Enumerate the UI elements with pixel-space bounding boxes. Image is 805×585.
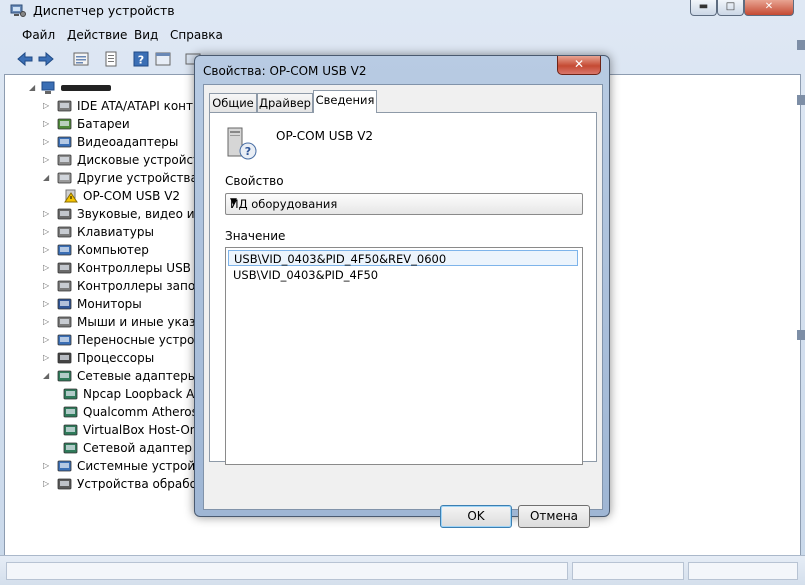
menu-help[interactable]: Справка <box>170 28 223 42</box>
monitor-icon <box>57 298 72 310</box>
expand-arrow-icon[interactable]: ▷ <box>43 457 52 475</box>
property-label: Свойство <box>225 174 284 188</box>
svg-text:?: ? <box>138 54 144 67</box>
collapse-arrow-icon[interactable]: ◢ <box>43 169 52 187</box>
dialog-close-button[interactable]: ✕ <box>557 56 601 75</box>
status-bar <box>0 555 805 585</box>
menu-view[interactable]: Вид <box>134 28 158 42</box>
expand-arrow-icon[interactable]: ▷ <box>43 295 52 313</box>
menu-file[interactable]: Файл <box>22 28 55 42</box>
tree-item-label: Контроллеры USB <box>77 261 191 275</box>
sound-icon <box>57 208 72 220</box>
status-segment-main <box>6 562 568 580</box>
expand-arrow-icon[interactable]: ▷ <box>43 349 52 367</box>
menu-action[interactable]: Действие <box>67 28 127 42</box>
value-item-2[interactable]: USB\VID_0403&PID_4F50 <box>228 267 578 283</box>
value-label: Значение <box>225 229 286 243</box>
portable-device-icon <box>57 334 72 346</box>
maximize-button[interactable]: □ <box>717 0 744 16</box>
status-segment-2 <box>572 562 684 580</box>
console-icon[interactable] <box>154 50 172 68</box>
display-adapter-icon <box>57 136 72 148</box>
computer-name-redacted <box>61 85 111 91</box>
tree-item-label: Видеоадаптеры <box>77 135 179 149</box>
expand-arrow-icon[interactable]: ▷ <box>43 115 52 133</box>
dialog-body: Общие Драйвер Сведения ? OP-COM USB V2 С… <box>203 84 603 528</box>
processor-icon <box>57 352 72 364</box>
tab-driver[interactable]: Драйвер <box>257 93 313 112</box>
svg-text:?: ? <box>245 145 251 158</box>
menu-bar: Файл Действие Вид Справка <box>14 24 785 46</box>
tree-item-label: Процессоры <box>77 351 155 365</box>
tree-item-label: Мониторы <box>77 297 142 311</box>
property-dropdown[interactable]: ИД оборудования ▼ <box>225 193 583 215</box>
tree-item-label: Другие устройства <box>77 171 198 185</box>
tab-general[interactable]: Общие <box>209 93 257 112</box>
expand-arrow-icon[interactable]: ▷ <box>43 97 52 115</box>
tree-item-label: Сетевые адаптеры <box>77 369 198 383</box>
system-devices-icon <box>57 460 72 472</box>
device-manager-icon <box>10 4 26 17</box>
storage-controller-icon <box>57 280 72 292</box>
properties-dialog: Свойства: OP-COM USB V2 ✕ Общие Драйвер … <box>194 55 610 528</box>
tree-item-label: Qualcomm Atheros <box>83 405 198 419</box>
tree-item-label: VirtualBox Host-Only <box>83 423 208 437</box>
status-segment-3 <box>688 562 798 580</box>
tree-item-label: Клавиатуры <box>77 225 154 239</box>
expand-arrow-icon[interactable]: ▷ <box>43 241 52 259</box>
expand-arrow-icon[interactable]: ▷ <box>43 133 52 151</box>
cancel-button[interactable]: Отмена <box>518 505 590 528</box>
details-panel: ? OP-COM USB V2 Свойство ИД оборудования… <box>209 112 597 465</box>
expand-arrow-icon[interactable]: ▷ <box>43 205 52 223</box>
expand-arrow-icon[interactable]: ▷ <box>43 151 52 169</box>
document-icon[interactable] <box>102 50 120 68</box>
other-devices-icon <box>57 172 72 184</box>
computer-icon <box>41 81 55 94</box>
value-listbox[interactable]: USB\VID_0403&PID_4F50&REV_0600 USB\VID_0… <box>225 247 583 465</box>
value-item-1[interactable]: USB\VID_0403&PID_4F50&REV_0600 <box>228 250 578 266</box>
ide-icon <box>57 100 72 112</box>
tree-item-label: OP-COM USB V2 <box>83 189 181 203</box>
expand-arrow-icon[interactable]: ▷ <box>43 331 52 349</box>
window-title: Диспетчер устройств <box>33 3 175 18</box>
right-edge-strip <box>797 40 805 550</box>
expand-arrow-icon[interactable]: ▷ <box>43 475 52 493</box>
network-adapter-icon <box>63 442 78 454</box>
expand-arrow-icon[interactable]: ▷ <box>43 313 52 331</box>
chevron-down-icon: ▼ <box>230 197 237 207</box>
network-adapter-icon <box>63 424 78 436</box>
network-icon <box>57 370 72 382</box>
warning-device-icon <box>64 189 78 203</box>
mouse-icon <box>57 316 72 328</box>
collapse-arrow-icon[interactable]: ◢ <box>43 367 52 385</box>
device-name: OP-COM USB V2 <box>276 129 374 143</box>
expand-arrow-icon[interactable]: ▷ <box>43 277 52 295</box>
battery-icon <box>57 118 72 130</box>
network-adapter-icon <box>63 406 78 418</box>
expand-arrow-icon[interactable]: ▷ <box>43 223 52 241</box>
usb-icon <box>57 262 72 274</box>
computer-icon <box>57 244 72 256</box>
tree-item-label: Компьютер <box>77 243 149 257</box>
dialog-title: Свойства: OP-COM USB V2 <box>203 64 367 78</box>
tree-item-label: Батареи <box>77 117 130 131</box>
title-bar[interactable]: Диспетчер устройств ▬ □ ✕ <box>0 0 805 22</box>
network-adapter-icon <box>63 388 78 400</box>
ok-button[interactable]: OK <box>440 505 512 528</box>
imaging-icon <box>57 478 72 490</box>
disk-icon <box>57 154 72 166</box>
help-icon[interactable]: ? <box>132 50 150 68</box>
tab-details[interactable]: Сведения <box>313 90 377 113</box>
forward-icon[interactable] <box>37 50 55 68</box>
keyboard-icon <box>57 226 72 238</box>
unknown-device-icon: ? <box>227 127 257 160</box>
expanded-arrow-icon[interactable]: ◢ <box>29 79 38 97</box>
minimize-button[interactable]: ▬ <box>690 0 717 16</box>
close-button[interactable]: ✕ <box>744 0 794 16</box>
back-icon[interactable] <box>16 50 34 68</box>
expand-arrow-icon[interactable]: ▷ <box>43 259 52 277</box>
properties-list-icon[interactable] <box>72 50 90 68</box>
